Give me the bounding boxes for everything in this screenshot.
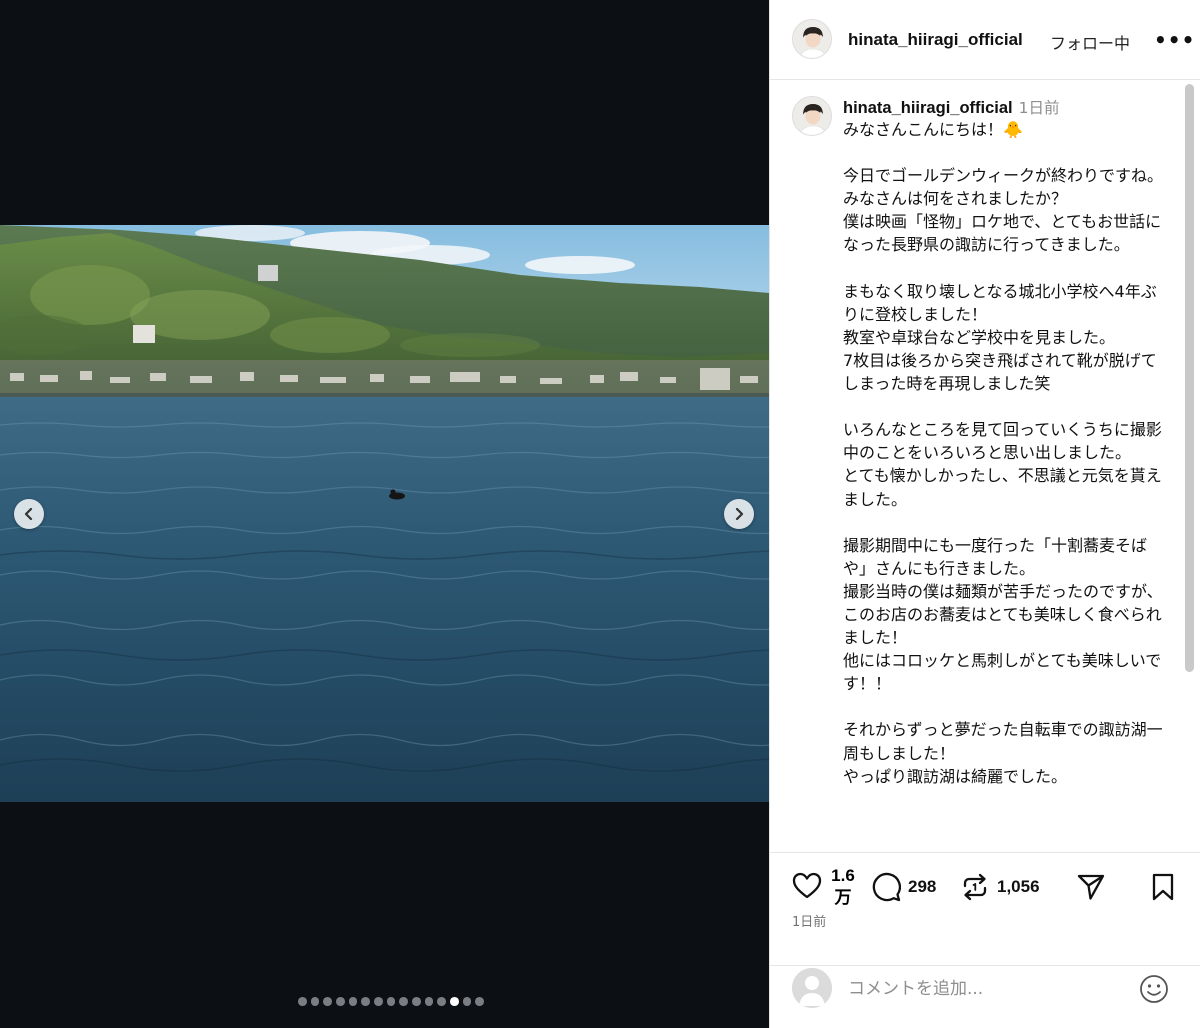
chevron-left-icon: [24, 507, 33, 521]
comment-count: 298: [908, 877, 937, 896]
carousel-indicator: [0, 997, 769, 1006]
more-options-icon[interactable]: •••: [1154, 28, 1195, 52]
repost-button[interactable]: 1,056: [960, 872, 1040, 902]
caption-scrollbar[interactable]: [1185, 84, 1194, 672]
chevron-right-icon: [735, 507, 744, 521]
comment-bubble-icon: [872, 872, 901, 902]
carousel-dot: [297, 997, 307, 1006]
repost-icon: [963, 873, 987, 901]
like-button[interactable]: [792, 872, 822, 900]
header-username[interactable]: hinata_hiiragi_official: [848, 30, 1023, 50]
carousel-dot: [373, 997, 383, 1006]
follow-status-button[interactable]: フォロー中: [1050, 30, 1130, 54]
caption-username[interactable]: hinata_hiiragi_official: [843, 99, 1013, 117]
carousel-prev-button[interactable]: [14, 499, 44, 529]
carousel-dot: [424, 997, 434, 1006]
carousel-dot: [386, 997, 396, 1006]
carousel-dot: [475, 997, 485, 1006]
post-photo: [0, 225, 769, 802]
post-timestamp: 1日前: [792, 915, 827, 930]
like-count-value: 1.6: [831, 866, 855, 885]
avatar[interactable]: [792, 19, 832, 59]
post-side-panel: hinata_hiiragi_official フォロー中 ••• hinata…: [769, 0, 1200, 1028]
carousel-dot: [399, 997, 409, 1006]
carousel-dot: [335, 997, 345, 1006]
comment-button[interactable]: 298: [871, 872, 936, 902]
save-button[interactable]: [1150, 873, 1176, 901]
carousel-dot: [462, 997, 472, 1006]
post-header: hinata_hiiragi_official フォロー中 •••: [770, 0, 1200, 80]
carousel-dot: [437, 997, 447, 1006]
carousel-next-button[interactable]: [724, 499, 754, 529]
carousel-dot: [412, 997, 421, 1006]
caption-header: hinata_hiiragi_official 1日前: [843, 96, 1060, 118]
caption-scroll-area[interactable]: hinata_hiiragi_official 1日前 みなさんこんにちは！🐥 今…: [770, 80, 1200, 852]
media-viewer: [0, 0, 769, 1028]
emoji-button[interactable]: [1139, 974, 1169, 1008]
caption-timestamp: 1日前: [1018, 99, 1060, 117]
smiley-icon: [1140, 975, 1168, 1003]
repost-count: 1,056: [997, 877, 1040, 896]
carousel-dot: [361, 997, 370, 1006]
send-icon: [1077, 874, 1105, 900]
heart-icon: [792, 872, 822, 899]
comment-bar: [770, 965, 1200, 1028]
carousel-dot-active: [450, 997, 459, 1006]
share-button[interactable]: [1076, 873, 1106, 901]
carousel-dot: [323, 997, 332, 1006]
caption-avatar[interactable]: [792, 96, 832, 136]
carousel-dot: [310, 997, 320, 1006]
viewer-avatar: [792, 968, 832, 1008]
post-actions: 1.6 万 298 1,056 1日前: [770, 852, 1200, 965]
bookmark-icon: [1152, 873, 1174, 901]
like-count[interactable]: 1.6 万: [828, 865, 858, 909]
carousel-dot: [348, 997, 358, 1006]
post-caption: みなさんこんにちは！🐥 今日でゴールデンウィークが終わりですね。 みなさんは何を…: [843, 120, 1164, 786]
like-count-unit: 万: [834, 888, 852, 907]
comment-input[interactable]: [848, 976, 1128, 1002]
